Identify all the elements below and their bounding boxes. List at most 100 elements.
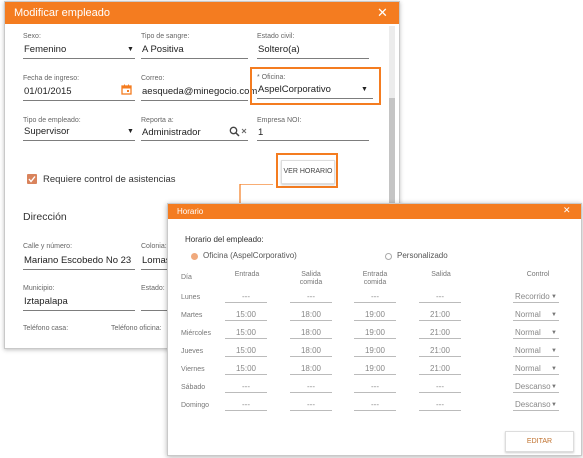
salida-comida-cell[interactable]: 18:00 — [290, 328, 332, 339]
horario-title: Horario — [177, 207, 204, 216]
control-value: Recorrido — [515, 292, 550, 301]
checkbox-icon[interactable] — [27, 174, 37, 184]
fecha-ingreso-label: Fecha de ingreso: — [23, 75, 80, 82]
control-select[interactable]: Normal ▼ — [513, 328, 559, 339]
col-entrada-comida: Entrada comida — [362, 271, 388, 286]
day-label: Domingo — [181, 402, 210, 409]
chevron-down-icon: ▼ — [551, 366, 557, 372]
entrada-comida-cell[interactable]: 19:00 — [354, 328, 396, 339]
table-row: Domingo --- --- --- --- Descanso ▼ — [168, 399, 581, 417]
estado-civil-field[interactable]: Soltero(a) — [257, 43, 369, 59]
salida-cell[interactable]: --- — [419, 292, 461, 303]
clear-icon[interactable] — [241, 128, 247, 134]
control-value: Normal — [515, 346, 541, 355]
control-select[interactable]: Recorrido ▼ — [513, 292, 559, 303]
dialog-title: Modificar empleado — [14, 7, 110, 19]
entrada-cell[interactable]: 15:00 — [225, 346, 267, 357]
calle-value: Mariano Escobedo No 23 — [24, 255, 132, 266]
editar-button[interactable]: EDITAR — [505, 431, 574, 452]
control-value: Normal — [515, 364, 541, 373]
col-dia: Día — [181, 274, 192, 281]
sexo-label: Sexo: — [23, 33, 41, 40]
estado-civil-label: Estado civil: — [257, 33, 295, 40]
empresa-noi-field[interactable]: 1 — [257, 125, 369, 141]
tipo-empleado-select[interactable]: Supervisor ▼ — [23, 125, 135, 141]
salida-comida-cell[interactable]: 18:00 — [290, 364, 332, 375]
scrollbar-thumb[interactable] — [389, 98, 395, 203]
salida-cell[interactable]: --- — [419, 400, 461, 411]
chevron-down-icon: ▼ — [551, 330, 557, 336]
salida-cell[interactable]: 21:00 — [419, 310, 461, 321]
horario-heading: Horario del empleado: — [185, 235, 264, 244]
colonia-label: Colonia: — [141, 243, 167, 250]
control-select[interactable]: Normal ▼ — [513, 310, 559, 321]
salida-cell[interactable]: 21:00 — [419, 364, 461, 375]
entrada-cell[interactable]: 15:00 — [225, 310, 267, 321]
sexo-select[interactable]: Femenino ▼ — [23, 43, 135, 59]
calle-field[interactable]: Mariano Escobedo No 23 — [23, 254, 135, 270]
salida-cell[interactable]: 21:00 — [419, 328, 461, 339]
col-control: Control — [526, 271, 550, 278]
entrada-cell[interactable]: 15:00 — [225, 328, 267, 339]
day-label: Sábado — [181, 384, 206, 391]
tipo-sangre-field[interactable]: A Positiva — [141, 43, 248, 59]
oficina-select[interactable]: AspelCorporativo ▼ — [257, 83, 373, 99]
horario-titlebar: Horario ✕ — [168, 204, 581, 219]
close-icon[interactable]: ✕ — [377, 5, 388, 21]
entrada-cell[interactable]: 15:00 — [225, 364, 267, 375]
estado-civil-value: Soltero(a) — [258, 44, 300, 55]
entrada-comida-cell[interactable]: 19:00 — [354, 346, 396, 357]
oficina-value: AspelCorporativo — [258, 84, 331, 95]
salida-comida-cell[interactable]: --- — [290, 400, 332, 411]
oficina-label: * Oficina: — [257, 74, 286, 81]
control-select[interactable]: Normal ▼ — [513, 364, 559, 375]
chevron-down-icon: ▼ — [551, 312, 557, 318]
entrada-comida-cell[interactable]: --- — [354, 400, 396, 411]
requiere-control-label: Requiere control de asistencias — [43, 174, 176, 185]
entrada-comida-cell[interactable]: --- — [354, 382, 396, 393]
salida-cell[interactable]: --- — [419, 382, 461, 393]
table-row: Martes 15:00 18:00 19:00 21:00 Normal ▼ — [168, 309, 581, 327]
reporta-a-value: Administrador — [142, 127, 201, 138]
entrada-cell[interactable]: --- — [225, 382, 267, 393]
radio-oficina-label: Oficina (AspelCorporativo) — [203, 251, 297, 260]
entrada-cell[interactable]: --- — [225, 292, 267, 303]
chevron-down-icon: ▼ — [127, 46, 134, 53]
correo-value: aesqueda@minegocio.com — [142, 86, 258, 97]
table-row: Sábado --- --- --- --- Descanso ▼ — [168, 381, 581, 399]
control-select[interactable]: Descanso ▼ — [513, 400, 559, 411]
table-row: Jueves 15:00 18:00 19:00 21:00 Normal ▼ — [168, 345, 581, 363]
col-salida: Salida — [431, 271, 451, 278]
day-label: Jueves — [181, 348, 204, 355]
reporta-a-label: Reporta a: — [141, 117, 174, 124]
salida-comida-cell[interactable]: 18:00 — [290, 346, 332, 357]
salida-cell[interactable]: 21:00 — [419, 346, 461, 357]
chevron-down-icon: ▼ — [551, 402, 557, 408]
salida-comida-cell[interactable]: --- — [290, 382, 332, 393]
salida-comida-cell[interactable]: --- — [290, 292, 332, 303]
control-value: Descanso — [515, 382, 551, 391]
entrada-comida-cell[interactable]: 19:00 — [354, 364, 396, 375]
salida-comida-cell[interactable]: 18:00 — [290, 310, 332, 321]
ver-horario-button[interactable]: VER HORARIO — [281, 160, 335, 184]
horario-dialog: Horario ✕ Horario del empleado: Oficina … — [167, 203, 582, 456]
control-select[interactable]: Descanso ▼ — [513, 382, 559, 393]
municipio-label: Municipio: — [23, 285, 55, 292]
correo-field[interactable]: aesqueda@minegocio.com — [141, 85, 257, 101]
radio-oficina[interactable] — [191, 253, 198, 260]
search-icon[interactable] — [229, 126, 240, 137]
close-icon[interactable]: ✕ — [563, 205, 571, 216]
entrada-comida-cell[interactable]: 19:00 — [354, 310, 396, 321]
entrada-comida-cell[interactable]: --- — [354, 292, 396, 303]
fecha-ingreso-field[interactable]: 01/01/2015 — [23, 85, 135, 101]
chevron-down-icon: ▼ — [551, 294, 557, 300]
control-select[interactable]: Normal ▼ — [513, 346, 559, 357]
radio-personalizado[interactable] — [385, 253, 392, 260]
telefono-casa-label: Teléfono casa: — [23, 325, 69, 332]
municipio-field[interactable]: Iztapalapa — [23, 295, 135, 311]
dialog-titlebar: Modificar empleado ✕ — [5, 2, 399, 24]
calendar-icon[interactable] — [121, 84, 132, 95]
table-row: Miércoles 15:00 18:00 19:00 21:00 Normal… — [168, 327, 581, 345]
chevron-down-icon: ▼ — [551, 384, 557, 390]
entrada-cell[interactable]: --- — [225, 400, 267, 411]
